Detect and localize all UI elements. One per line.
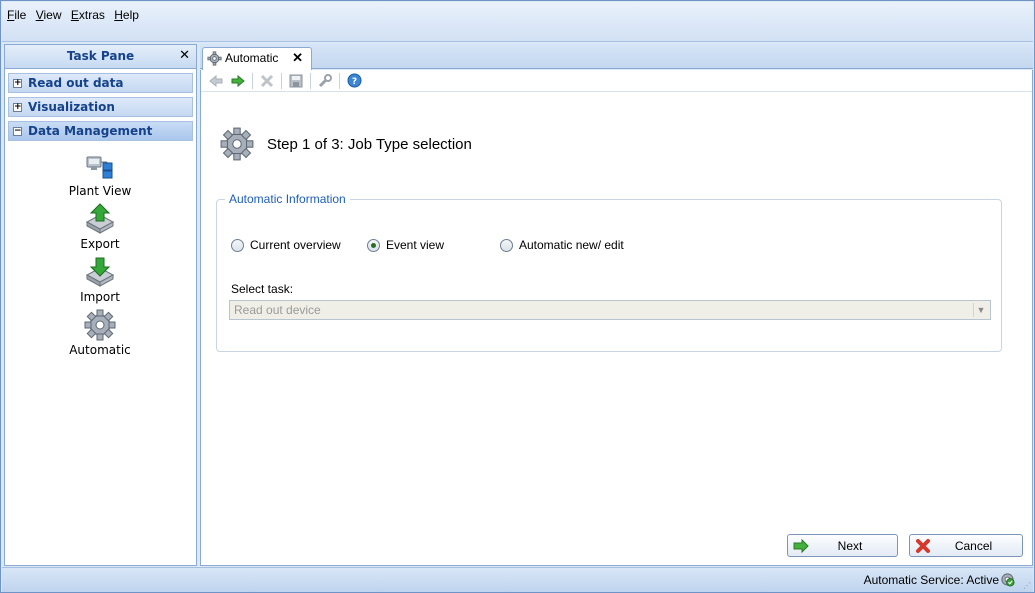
gear-icon — [207, 51, 222, 66]
wrench-icon[interactable] — [314, 71, 336, 91]
automatic-information-group: Automatic Information Current overview E… — [216, 192, 1002, 352]
expand-icon: + — [13, 77, 22, 88]
step-title: Step 1 of 3: Job Type selection — [267, 135, 472, 153]
toolbar-separator — [281, 72, 282, 89]
app-window: File View Extras Help Task Pane ✕ + Read… — [0, 0, 1035, 593]
radio-automatic-new-edit[interactable]: Automatic new/ edit — [500, 238, 624, 252]
menu-bar: File View Extras Help — [2, 2, 1033, 42]
task-item-label: Import — [80, 290, 120, 304]
section-data-management[interactable]: − Data Management — [8, 121, 193, 141]
radio-label: Automatic new/ edit — [519, 238, 624, 252]
task-item-export[interactable]: Export — [5, 202, 195, 251]
radio-event-view[interactable]: Event view — [367, 238, 500, 252]
task-item-label: Automatic — [69, 343, 131, 357]
delete-icon[interactable] — [256, 71, 278, 91]
section-read-out-data[interactable]: + Read out data — [8, 73, 193, 93]
section-label: Read out data — [28, 76, 124, 90]
task-item-label: Plant View — [68, 184, 132, 198]
radio-current-overview[interactable]: Current overview — [231, 238, 367, 252]
save-icon[interactable] — [285, 71, 307, 91]
section-label: Visualization — [28, 100, 115, 114]
task-pane-title: Task Pane — [66, 49, 135, 63]
resize-grip-icon[interactable]: ⋰ — [1023, 581, 1031, 590]
job-type-radios: Current overview Event view Automatic ne… — [231, 238, 624, 252]
radio-indicator — [500, 238, 513, 252]
group-legend: Automatic Information — [225, 192, 350, 206]
select-task-dropdown[interactable]: Read out device ▼ — [229, 300, 991, 320]
cancel-button-label: Cancel — [954, 538, 993, 553]
forward-arrow-icon[interactable] — [227, 71, 249, 91]
task-pane: Task Pane ✕ + Read out data + Visualizat… — [4, 44, 197, 566]
menu-help[interactable]: Help — [114, 8, 139, 22]
cancel-button[interactable]: Cancel — [909, 534, 1023, 557]
section-label: Data Management — [28, 124, 153, 138]
radio-label: Event view — [386, 238, 445, 252]
export-icon — [85, 203, 115, 234]
help-icon[interactable]: ? — [343, 71, 365, 91]
section-visualization[interactable]: + Visualization — [8, 97, 193, 117]
forward-arrow-icon — [793, 538, 809, 553]
status-bar: Automatic Service: Active ⋰ — [2, 567, 1033, 592]
service-active-icon — [1001, 573, 1015, 587]
next-button-label: Next — [837, 538, 863, 553]
tab-automatic[interactable]: Automatic ✕ — [202, 47, 312, 70]
radio-indicator — [231, 238, 244, 252]
task-item-automatic[interactable]: Automatic — [5, 308, 195, 357]
collapse-icon: − — [13, 125, 22, 136]
toolbar: ? — [201, 70, 1032, 92]
tab-strip: Automatic ✕ — [200, 44, 1033, 70]
chevron-down-icon: ▼ — [973, 303, 988, 317]
service-status-text: Automatic Service: Active — [863, 573, 999, 587]
gear-icon — [220, 127, 254, 161]
toolbar-separator — [310, 72, 311, 89]
radio-indicator — [367, 238, 380, 252]
toolbar-separator — [252, 72, 253, 89]
next-button[interactable]: Next — [787, 534, 898, 557]
menu-extras[interactable]: Extras — [71, 8, 105, 22]
menu-file[interactable]: File — [7, 8, 26, 22]
step-header: Step 1 of 3: Job Type selection — [219, 126, 472, 162]
menu-view[interactable]: View — [36, 8, 62, 22]
svg-text:?: ? — [351, 77, 356, 87]
back-arrow-icon[interactable] — [205, 71, 227, 91]
tab-label: Automatic — [225, 51, 279, 65]
task-item-plant-view[interactable]: Plant View — [5, 149, 195, 198]
main-content: ? Step 1 of 3: Job Type selection Automa… — [200, 70, 1033, 566]
cancel-icon — [916, 538, 930, 553]
close-icon[interactable]: ✕ — [179, 45, 190, 67]
select-task-label: Select task: — [231, 282, 294, 296]
task-item-import[interactable]: Import — [5, 255, 195, 304]
import-icon — [85, 257, 115, 287]
select-task-value: Read out device — [234, 303, 321, 317]
gear-icon — [84, 309, 116, 341]
task-pane-header: Task Pane ✕ — [5, 45, 196, 69]
plant-view-icon — [86, 156, 113, 179]
expand-icon: + — [13, 101, 22, 112]
close-icon[interactable]: ✕ — [292, 48, 303, 68]
toolbar-separator — [339, 72, 340, 89]
radio-label: Current overview — [250, 238, 341, 252]
task-item-label: Export — [80, 237, 120, 251]
